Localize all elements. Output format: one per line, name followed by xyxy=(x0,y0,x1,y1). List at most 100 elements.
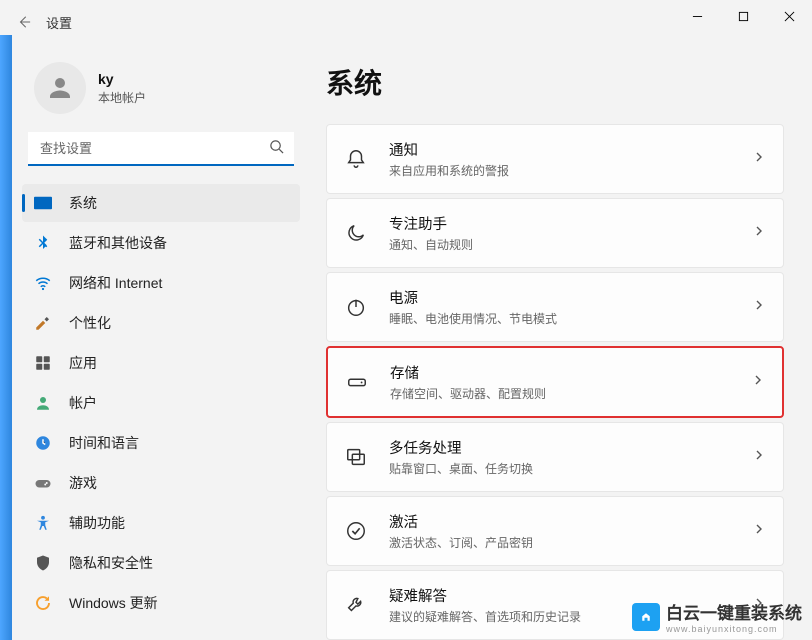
moon-icon xyxy=(345,222,367,244)
watermark-url: www.baiyunxitong.com xyxy=(666,624,802,634)
main-content: 系统 通知来自应用和系统的警报专注助手通知、自动规则电源睡眠、电池使用情况、节电… xyxy=(308,44,812,640)
user-section[interactable]: ky 本地帐户 xyxy=(22,52,300,132)
sidebar-item-account[interactable]: 帐户 xyxy=(22,384,300,422)
chevron-right-icon xyxy=(753,448,765,466)
person-icon xyxy=(45,73,75,103)
sidebar-item-time[interactable]: 时间和语言 xyxy=(22,424,300,462)
user-info: ky 本地帐户 xyxy=(98,71,146,106)
chevron-right-icon xyxy=(753,298,765,316)
setting-text: 激活激活状态、订阅、产品密钥 xyxy=(389,511,731,551)
search-input[interactable] xyxy=(28,132,294,166)
chevron-right-icon xyxy=(752,373,764,391)
watermark-logo-icon xyxy=(632,603,660,631)
close-button[interactable] xyxy=(766,0,812,32)
search-box xyxy=(28,132,294,166)
back-button[interactable] xyxy=(8,6,40,38)
update-icon xyxy=(34,594,52,612)
sidebar: ky 本地帐户 系统蓝牙和其他设备网络和 Internet 个性化应用帐户时间和语… xyxy=(12,44,308,640)
setting-desc: 来自应用和系统的警报 xyxy=(389,162,731,179)
sidebar-item-gaming[interactable]: 游戏 xyxy=(22,464,300,502)
bell-icon xyxy=(345,148,367,170)
sidebar-item-label: 网络和 Internet xyxy=(69,273,162,293)
watermark-text: 白云一键重装系统 xyxy=(666,599,802,624)
system-icon xyxy=(34,194,52,212)
setting-item-activation[interactable]: 激活激活状态、订阅、产品密钥 xyxy=(326,496,784,566)
sidebar-item-label: 时间和语言 xyxy=(69,433,139,453)
setting-title: 存储 xyxy=(390,362,730,383)
setting-desc: 激活状态、订阅、产品密钥 xyxy=(389,534,731,551)
search-icon xyxy=(269,139,284,159)
bluetooth-icon xyxy=(34,234,52,252)
personalize-icon xyxy=(34,314,52,332)
page-title: 系统 xyxy=(326,62,784,102)
privacy-icon xyxy=(34,554,52,572)
minimize-button[interactable] xyxy=(674,0,720,32)
setting-desc: 通知、自动规则 xyxy=(389,236,731,253)
sidebar-item-apps[interactable]: 应用 xyxy=(22,344,300,382)
setting-item-moon[interactable]: 专注助手通知、自动规则 xyxy=(326,198,784,268)
sidebar-item-accessibility[interactable]: 辅助功能 xyxy=(22,504,300,542)
chevron-right-icon xyxy=(753,522,765,540)
setting-title: 激活 xyxy=(389,511,731,532)
maximize-icon xyxy=(738,11,749,22)
apps-icon xyxy=(34,354,52,372)
chevron-right-icon xyxy=(753,224,765,242)
sidebar-item-label: 游戏 xyxy=(69,473,97,493)
account-icon xyxy=(34,394,52,412)
avatar xyxy=(34,62,86,114)
sidebar-item-personalize[interactable]: 个性化 xyxy=(22,304,300,342)
power-icon xyxy=(345,296,367,318)
user-name: ky xyxy=(98,71,146,87)
sidebar-item-label: 辅助功能 xyxy=(69,513,125,533)
caption-buttons xyxy=(674,0,812,32)
setting-item-power[interactable]: 电源睡眠、电池使用情况、节电模式 xyxy=(326,272,784,342)
setting-item-multitask[interactable]: 多任务处理贴靠窗口、桌面、任务切换 xyxy=(326,422,784,492)
setting-item-bell[interactable]: 通知来自应用和系统的警报 xyxy=(326,124,784,194)
setting-desc: 存储空间、驱动器、配置规则 xyxy=(390,385,730,402)
maximize-button[interactable] xyxy=(720,0,766,32)
sidebar-item-system[interactable]: 系统 xyxy=(22,184,300,222)
multitask-icon xyxy=(345,446,367,468)
sidebar-item-privacy[interactable]: 隐私和安全性 xyxy=(22,544,300,582)
setting-text: 存储存储空间、驱动器、配置规则 xyxy=(390,362,730,402)
sidebar-item-label: Windows 更新 xyxy=(69,593,158,613)
sidebar-item-label: 应用 xyxy=(69,353,97,373)
back-arrow-icon xyxy=(17,15,31,29)
setting-title: 专注助手 xyxy=(389,213,731,234)
setting-title: 电源 xyxy=(389,287,731,308)
setting-title: 通知 xyxy=(389,139,731,160)
setting-text: 专注助手通知、自动规则 xyxy=(389,213,731,253)
wifi-icon xyxy=(34,274,52,292)
setting-text: 电源睡眠、电池使用情况、节电模式 xyxy=(389,287,731,327)
sidebar-item-label: 隐私和安全性 xyxy=(69,553,153,573)
watermark: 白云一键重装系统 www.baiyunxitong.com xyxy=(632,599,802,634)
setting-desc: 贴靠窗口、桌面、任务切换 xyxy=(389,460,731,477)
sidebar-item-label: 系统 xyxy=(69,193,97,213)
gaming-icon xyxy=(34,474,52,492)
setting-text: 多任务处理贴靠窗口、桌面、任务切换 xyxy=(389,437,731,477)
time-icon xyxy=(34,434,52,452)
user-type: 本地帐户 xyxy=(98,89,146,106)
storage-icon xyxy=(346,371,368,393)
sidebar-item-wifi[interactable]: 网络和 Internet xyxy=(22,264,300,302)
sidebar-item-update[interactable]: Windows 更新 xyxy=(22,584,300,622)
setting-text: 通知来自应用和系统的警报 xyxy=(389,139,731,179)
window-edge-decoration xyxy=(0,35,12,640)
setting-desc: 睡眠、电池使用情况、节电模式 xyxy=(389,310,731,327)
setting-list: 通知来自应用和系统的警报专注助手通知、自动规则电源睡眠、电池使用情况、节电模式存… xyxy=(326,124,784,640)
nav-list: 系统蓝牙和其他设备网络和 Internet 个性化应用帐户时间和语言游戏辅助功能隐… xyxy=(22,184,300,622)
sidebar-item-label: 帐户 xyxy=(69,393,97,413)
titlebar: 设置 xyxy=(0,0,812,44)
setting-item-storage[interactable]: 存储存储空间、驱动器、配置规则 xyxy=(326,346,784,418)
close-icon xyxy=(784,11,795,22)
sidebar-item-label: 个性化 xyxy=(69,313,111,333)
minimize-icon xyxy=(692,11,703,22)
app-title: 设置 xyxy=(46,13,72,32)
setting-title: 多任务处理 xyxy=(389,437,731,458)
sidebar-item-bluetooth[interactable]: 蓝牙和其他设备 xyxy=(22,224,300,262)
activation-icon xyxy=(345,520,367,542)
accessibility-icon xyxy=(34,514,52,532)
sidebar-item-label: 蓝牙和其他设备 xyxy=(69,233,167,253)
chevron-right-icon xyxy=(753,150,765,168)
troubleshoot-icon xyxy=(345,594,367,616)
